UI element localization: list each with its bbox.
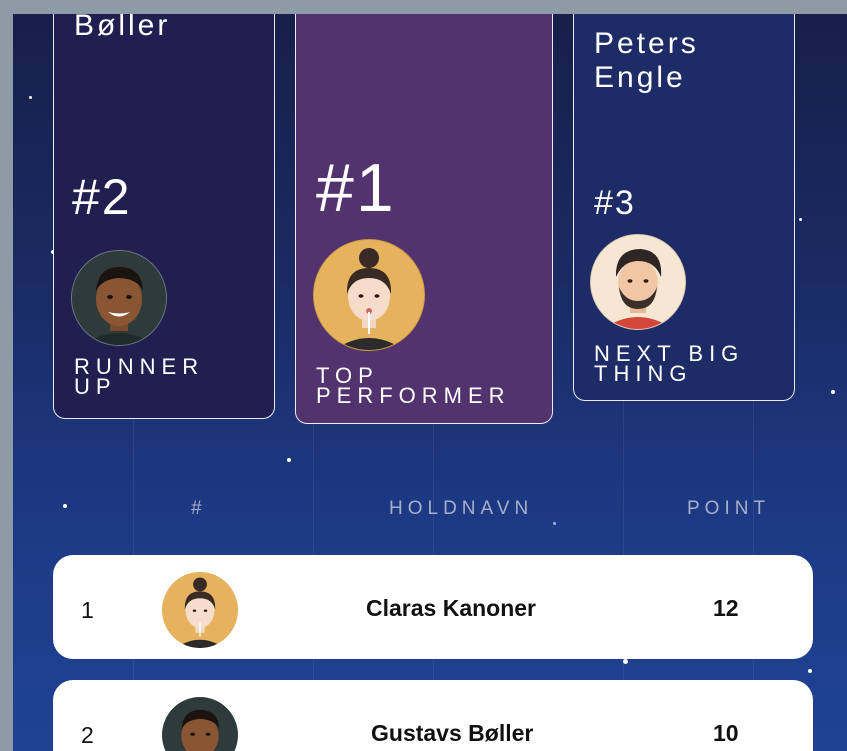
podium-card-second[interactable]: Bøller #2 RUNNER UP xyxy=(53,14,275,419)
row-team-name: Gustavs Bøller xyxy=(371,720,534,746)
leaderboard-stage: Bøller #2 RUNNER UP #1 TOP PERFORMER Pet… xyxy=(13,14,847,751)
row-points: 12 xyxy=(713,595,739,621)
woman-avatar xyxy=(162,572,238,648)
bearded-man-avatar xyxy=(590,234,686,330)
table-row[interactable]: 2 Gustavs Bøller 10 xyxy=(53,680,813,751)
man-avatar xyxy=(162,697,238,751)
column-header-points: POINT xyxy=(687,498,771,519)
podium-card-first[interactable]: #1 TOP PERFORMER xyxy=(295,14,553,424)
row-team-name: Claras Kanoner xyxy=(366,595,537,621)
row-rank: 2 xyxy=(81,722,94,748)
row-points: 10 xyxy=(713,720,739,746)
podium-first-title: TOP PERFORMER xyxy=(316,363,511,408)
podium-first-rank: #1 xyxy=(316,150,396,226)
podium-second-name: Bøller xyxy=(74,14,171,42)
podium-card-third[interactable]: Peters Engle #3 NEXT BIG THING xyxy=(573,14,795,401)
podium-third-title: NEXT BIG THING xyxy=(594,341,745,386)
podium-third-rank: #3 xyxy=(594,184,636,222)
podium-third-name: Peters Engle xyxy=(594,27,699,94)
column-header-team: HOLDNAVN xyxy=(389,498,534,519)
row-rank: 1 xyxy=(81,597,94,623)
table-row[interactable]: 1 Claras Kanoner 12 xyxy=(53,555,813,659)
column-header-rank: # xyxy=(191,498,207,519)
podium-second-title: RUNNER UP xyxy=(74,354,205,399)
podium-second-rank: #2 xyxy=(72,169,132,225)
man-avatar xyxy=(71,250,167,346)
woman-avatar xyxy=(313,239,425,351)
